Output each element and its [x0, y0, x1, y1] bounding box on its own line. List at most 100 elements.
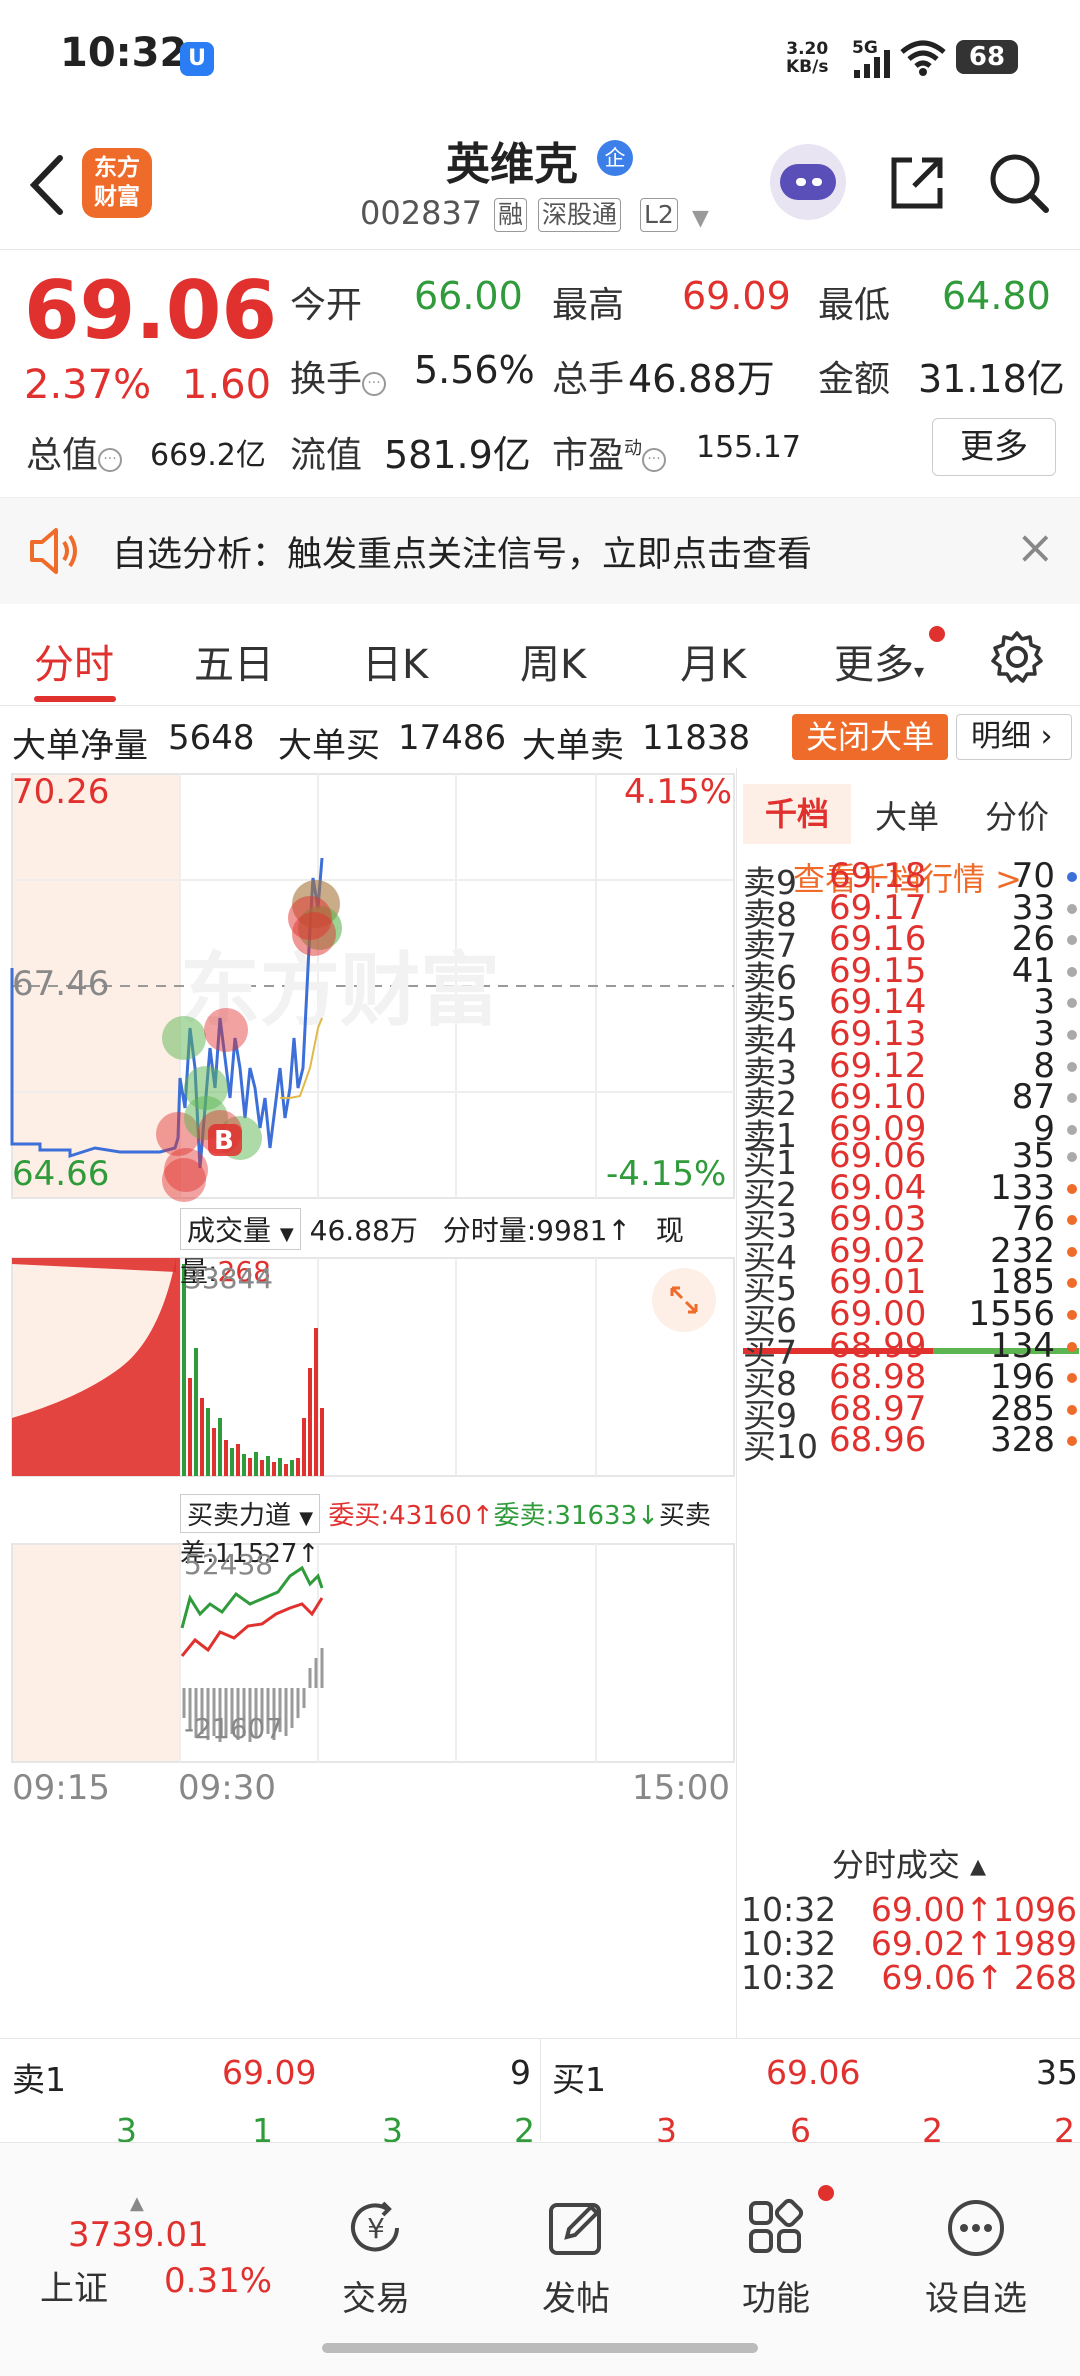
level-dot [1067, 1373, 1077, 1384]
level-dot [1067, 1215, 1077, 1226]
pct-axis-min: -4.15% [606, 1154, 727, 1194]
order-book: 千档 大单 分价 查看千档行情 > 卖9 69.18 70 卖8 69.17 33 卖7 69… [736, 768, 1080, 2038]
time-start: 09:15 [12, 1768, 110, 1808]
chevron-up-icon[interactable]: ▲ [130, 2193, 144, 2214]
info-icon[interactable]: ··· [642, 448, 667, 472]
turnover-label: 换手 ··· [290, 350, 387, 402]
buy-marker: B [214, 1126, 234, 1156]
tab-five-day[interactable]: 五日 [194, 632, 274, 690]
back-icon[interactable] [24, 150, 74, 220]
home-indicator[interactable] [322, 2343, 758, 2353]
tab-price-split[interactable]: 分价 [985, 792, 1049, 838]
level-qty: 328 [990, 1420, 1055, 1461]
search-icon[interactable] [986, 150, 1052, 216]
more-button[interactable]: 更多 [932, 418, 1056, 476]
nav-add-watchlist[interactable]: 设自选 [916, 2195, 1036, 2320]
share-icon[interactable] [884, 150, 950, 216]
level-dot [1067, 1061, 1077, 1072]
level-label: 买10 [743, 1427, 818, 1467]
active-tab-indicator [34, 696, 116, 702]
high-value: 69.09 [682, 274, 791, 318]
signal-bars-icon [854, 50, 890, 78]
chevron-down-icon: ▾ [914, 659, 925, 683]
pe-label-text: 市盈 [552, 435, 625, 476]
time-end: 15:00 [632, 1768, 730, 1808]
amount-label: 金额 [818, 359, 891, 400]
notification-dot [929, 626, 945, 642]
info-icon[interactable]: ··· [98, 448, 123, 472]
book-level-row[interactable]: 买10 68.96 328 [737, 1416, 1080, 1466]
intraday-chart[interactable]: 东方财富 70.26 67.46 64.66 4.15% -4.15% B 成交… [0, 768, 735, 2038]
info-icon[interactable]: ··· [362, 372, 387, 396]
assistant-avatar-icon[interactable] [770, 144, 846, 220]
mcap-label-text: 总值 [26, 435, 99, 476]
trade-detail: 69.06↑ 268 [881, 1958, 1077, 1997]
big-sell-label: 大单卖 [522, 726, 624, 766]
volume-selector[interactable]: 成交量 ▼ [180, 1208, 301, 1250]
tab-weekly-k[interactable]: 周K [520, 632, 586, 690]
big-buy-value: 17486 [398, 718, 507, 758]
nav-trade[interactable]: ¥ 交易 [316, 2195, 436, 2320]
l1-bid-label: 买1 [552, 2060, 606, 2099]
volume-value: 46.88万 [628, 357, 775, 401]
net-speed: 3.20 KB/s [786, 40, 828, 76]
chevron-down-icon[interactable]: ▼ [692, 206, 709, 231]
gear-icon[interactable] [990, 630, 1044, 684]
open-label: 今开 [290, 285, 363, 326]
speaker-icon [30, 528, 77, 574]
app-logo[interactable]: 东方 财富 [82, 148, 152, 218]
index-value[interactable]: 3739.01 [68, 2215, 209, 2255]
battery-icon: 68 [956, 40, 1018, 74]
clock: 10:32 [60, 30, 188, 76]
expand-icon[interactable] [652, 1268, 716, 1332]
y-axis-max: 70.26 [12, 772, 110, 812]
pct-axis-max: 4.15% [624, 772, 733, 812]
level-dot [1067, 1278, 1077, 1289]
close-icon[interactable]: × [1016, 520, 1055, 574]
volume-minute: 分时量:9981↑ [442, 1214, 631, 1247]
tab-monthly-k[interactable]: 月K [680, 632, 746, 690]
level1-bar: 卖1 69.09 9 买1 69.06 35 3 1 3 2 3 6 2 2 [0, 2038, 1080, 2150]
alert-banner[interactable]: 自选分析：触发重点关注信号，立即点击查看 × [0, 498, 1080, 604]
trade-time: 10:32 [741, 1958, 837, 1997]
nav-functions[interactable]: 功能 [716, 2195, 836, 2320]
pe-label: 市盈动 ··· [552, 426, 667, 478]
chevron-down-icon: ▼ [299, 1508, 314, 1529]
svg-text:¥: ¥ [367, 2212, 385, 2245]
turnover-value: 5.56% [414, 348, 535, 392]
index-name[interactable]: 上证 [40, 2261, 108, 2310]
detail-button[interactable]: 明细 › [956, 714, 1072, 760]
l1-ask-label: 卖1 [12, 2060, 66, 2099]
trades-title[interactable]: 分时成交 ▴ [737, 1840, 1080, 1886]
trade-icon: ¥ [351, 2201, 399, 2252]
alert-text: 自选分析：触发重点关注信号，立即点击查看 [112, 535, 813, 575]
y-axis-min: 64.66 [12, 1154, 110, 1194]
tab-daily-k[interactable]: 日K [362, 632, 428, 690]
tab-thousand-levels[interactable]: 千档 [743, 784, 851, 844]
stock-code: 002837 [360, 194, 483, 232]
index-change[interactable]: 0.31% [164, 2261, 272, 2301]
big-net-label: 大单净量 [12, 726, 148, 766]
level-dot [1067, 1246, 1077, 1257]
l1-bid-qty: 35 [1036, 2053, 1078, 2092]
mcap-label: 总值 ··· [26, 426, 123, 478]
book-tabs: 千档 大单 分价 [737, 776, 1080, 846]
level-dot [1067, 1030, 1077, 1040]
level-dot [1067, 935, 1077, 946]
stock-header: 东方 财富 英维克 企 002837 融 深股通 L2 ▼ [0, 110, 1080, 250]
tab-intraday[interactable]: 分时 [34, 632, 114, 690]
force-selector[interactable]: 买卖力道 ▼ [180, 1494, 321, 1533]
tab-big-orders[interactable]: 大单 [875, 792, 939, 838]
force-max: 52438 [184, 1548, 274, 1581]
nav-post[interactable]: 发帖 [516, 2195, 636, 2320]
notification-dot [818, 2185, 834, 2201]
level-dot [1067, 1436, 1077, 1447]
divider [540, 2039, 541, 2141]
chart-tabs: 分时 五日 日K 周K 月K 更多▾ [0, 604, 1080, 706]
level-dot [1067, 998, 1077, 1009]
tab-more[interactable]: 更多▾ [834, 632, 924, 690]
grid-icon [749, 2198, 804, 2253]
float-value: 581.9亿 [384, 433, 531, 477]
close-big-order-button[interactable]: 关闭大单 [792, 714, 948, 760]
net-speed-unit: KB/s [786, 57, 829, 77]
